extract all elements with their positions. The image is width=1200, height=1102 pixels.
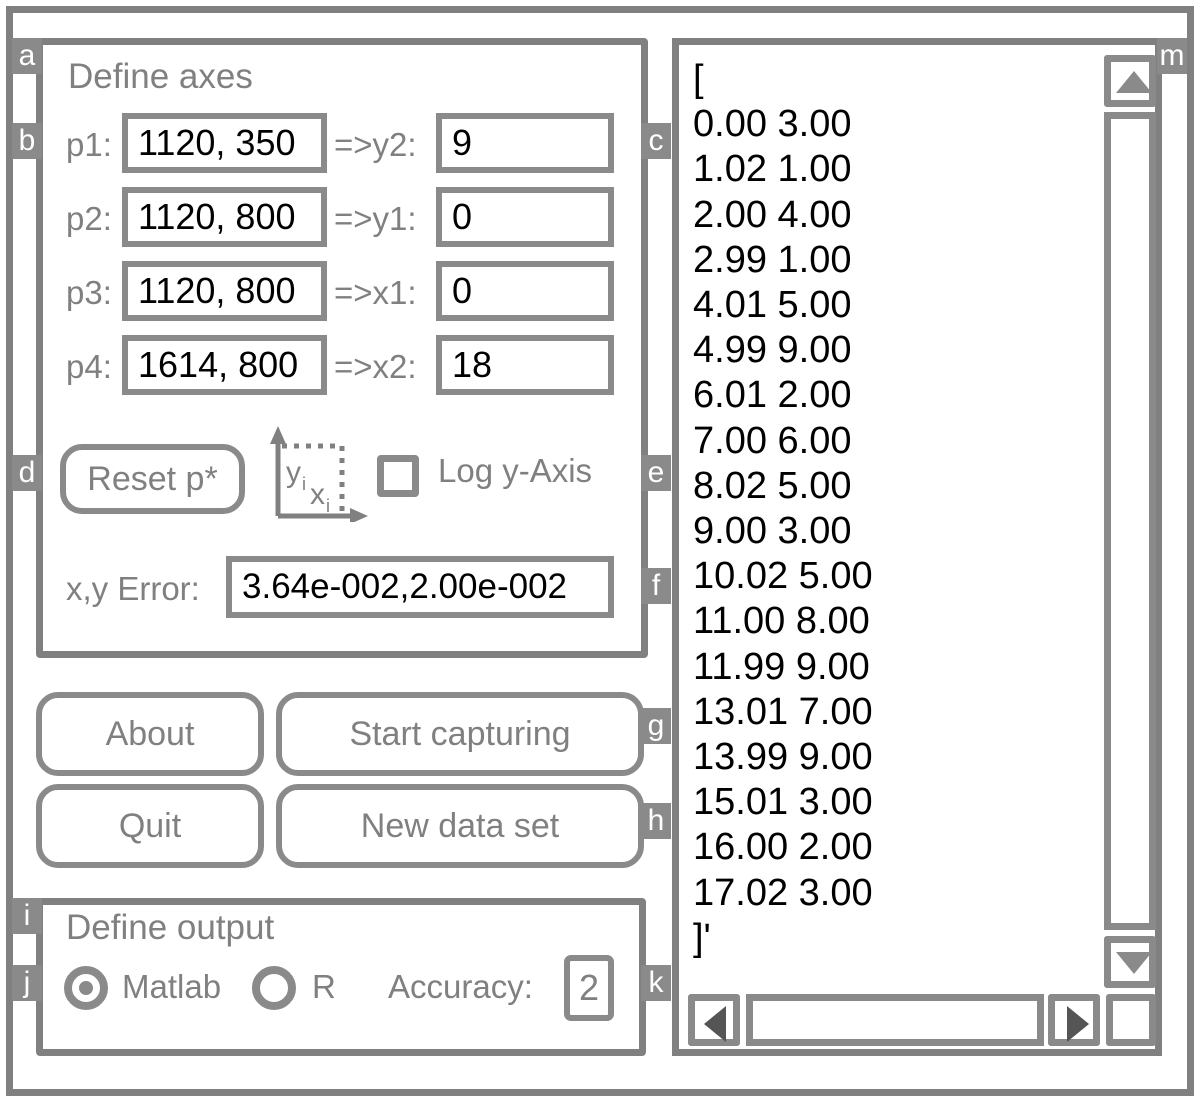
annotation-tag-j: j	[12, 965, 42, 1001]
output-radio-matlab[interactable]	[64, 966, 108, 1010]
quit-button[interactable]: Quit	[36, 784, 264, 868]
svg-text:i: i	[326, 496, 330, 516]
data-output-text: [ 0.00 3.00 1.02 1.00 2.00 4.00 2.99 1.0…	[693, 58, 873, 959]
annotation-tag-m: m	[1157, 38, 1187, 74]
y2-map-label: =>y2:	[334, 126, 417, 163]
svg-text:x: x	[310, 478, 325, 511]
annotation-tag-d: d	[12, 455, 42, 491]
about-button[interactable]: About	[36, 692, 264, 776]
data-output-listbox[interactable]: [ 0.00 3.00 1.02 1.00 2.00 4.00 2.99 1.0…	[672, 38, 1162, 1056]
log-y-axis-label: Log y-Axis	[438, 452, 593, 489]
horizontal-scroll-track[interactable]	[746, 994, 1044, 1046]
annotation-tag-b: b	[12, 123, 42, 159]
reset-points-button[interactable]: Reset p*	[60, 444, 245, 514]
svg-text:i: i	[302, 474, 306, 494]
new-data-set-button[interactable]: New data set	[276, 784, 644, 868]
accuracy-input[interactable]: 2	[564, 955, 614, 1021]
output-radio-matlab-label: Matlab	[122, 968, 222, 1005]
p4-label: p4:	[66, 348, 112, 385]
scrollbar-corner	[1106, 994, 1156, 1046]
axis-orientation-icon: y i x i	[264, 424, 369, 524]
y1-map-label: =>y1:	[334, 200, 417, 237]
error-label: x,y Error:	[66, 570, 200, 607]
p2-input[interactable]: 1120, 800	[122, 187, 327, 247]
p3-label: p3:	[66, 274, 112, 311]
annotation-tag-e: e	[641, 455, 671, 491]
accuracy-label: Accuracy:	[388, 968, 533, 1005]
p1-label: p1:	[66, 126, 112, 163]
x1-map-label: =>x1:	[334, 274, 417, 311]
scroll-up-button[interactable]	[1104, 55, 1156, 107]
scroll-left-button[interactable]	[688, 994, 740, 1046]
x2-input[interactable]: 18	[436, 335, 614, 395]
scroll-down-button[interactable]	[1104, 936, 1156, 988]
application-window: Define axes p1: 1120, 350 =>y2: 9 p2: 11…	[0, 0, 1200, 1102]
triangle-down-icon	[1116, 952, 1152, 974]
vertical-scroll-track[interactable]	[1104, 112, 1156, 930]
svg-text:y: y	[286, 456, 301, 489]
output-radio-r[interactable]	[252, 966, 296, 1010]
annotation-tag-a: a	[12, 38, 42, 74]
p4-input[interactable]: 1614, 800	[122, 335, 327, 395]
p1-input[interactable]: 1120, 350	[122, 113, 327, 173]
annotation-tag-g: g	[641, 708, 671, 744]
x2-map-label: =>x2:	[334, 348, 417, 385]
annotation-tag-f: f	[641, 568, 671, 604]
start-capturing-button[interactable]: Start capturing	[276, 692, 644, 776]
log-y-axis-checkbox[interactable]	[377, 455, 419, 497]
define-output-title: Define output	[66, 908, 275, 947]
annotation-tag-h: h	[641, 803, 671, 839]
error-value-field: 3.64e-002,2.00e-002	[226, 556, 614, 618]
y1-input[interactable]: 0	[436, 187, 614, 247]
triangle-right-icon	[1067, 1006, 1089, 1042]
annotation-tag-i: i	[12, 898, 42, 934]
p2-label: p2:	[66, 200, 112, 237]
output-radio-r-label: R	[312, 968, 336, 1005]
annotation-tag-k: k	[641, 965, 671, 1001]
annotation-tag-c: c	[641, 123, 671, 159]
x1-input[interactable]: 0	[436, 261, 614, 321]
triangle-left-icon	[704, 1006, 726, 1042]
p3-input[interactable]: 1120, 800	[122, 261, 327, 321]
y2-input[interactable]: 9	[436, 113, 614, 173]
scroll-right-button[interactable]	[1048, 994, 1100, 1046]
triangle-up-icon	[1116, 71, 1152, 93]
define-axes-title: Define axes	[68, 57, 253, 96]
